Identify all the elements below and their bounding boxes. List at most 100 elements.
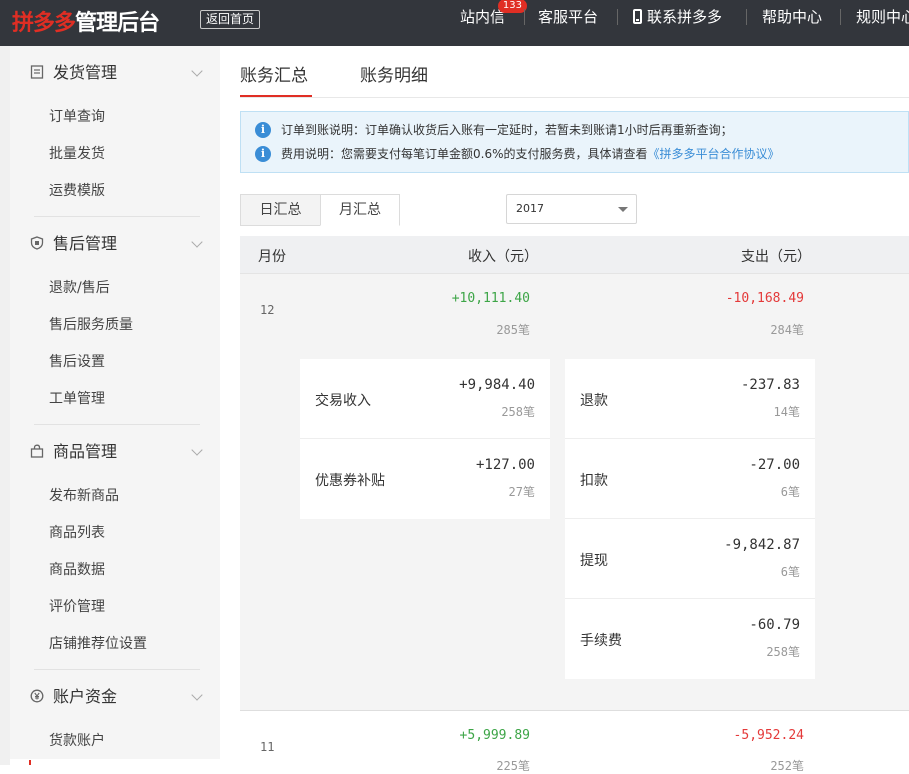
- sidebar-item-order-query[interactable]: 订单查询: [49, 106, 105, 126]
- card-divider: [565, 598, 815, 599]
- column-header-expense: 支出（元）: [741, 249, 811, 265]
- expense-detail-count: 6笔: [780, 485, 800, 499]
- messages-badge: 133: [497, 0, 528, 13]
- row-divider: [240, 710, 909, 711]
- expense-detail-label: 退款: [580, 393, 608, 409]
- column-header-month: 月份: [258, 249, 286, 265]
- nav-contact[interactable]: 联系拼多多: [633, 0, 722, 34]
- sidebar-divider: [34, 216, 200, 217]
- sidebar-item-after-sales-settings[interactable]: 售后设置: [49, 351, 105, 371]
- chevron-down-icon[interactable]: [191, 65, 203, 77]
- expense-detail-count: 258笔: [766, 645, 800, 659]
- tab-account-summary[interactable]: 账务汇总: [240, 61, 308, 86]
- notice-text: 订单到账说明：订单确认收货后入账有一定延时，若暂未到账请1小时后再重新查询；: [281, 123, 733, 137]
- agreement-link[interactable]: 《拼多多平台合作协议》: [648, 145, 780, 162]
- sidebar-group-after-sales[interactable]: 售后管理: [30, 227, 117, 257]
- yuan-icon: [30, 688, 44, 703]
- expense-count: 284笔: [770, 323, 804, 337]
- expense-detail-label: 手续费: [580, 633, 622, 649]
- nav-help-center[interactable]: 帮助中心: [762, 0, 822, 34]
- chevron-down-icon[interactable]: [191, 689, 203, 701]
- year-select[interactable]: 2017: [506, 194, 637, 224]
- year-select-value: 2017: [516, 202, 544, 215]
- column-header-income: 收入（元）: [468, 249, 538, 265]
- month-cell: 12: [260, 303, 275, 317]
- sidebar-item-service-quality[interactable]: 售后服务质量: [49, 314, 133, 334]
- sidebar-item-product-data[interactable]: 商品数据: [49, 559, 105, 579]
- expense-detail-count: 14笔: [773, 405, 800, 419]
- expense-detail-count: 6笔: [780, 565, 800, 579]
- income-detail-amount: +127.00: [475, 457, 535, 473]
- expense-detail-amount: -237.83: [740, 377, 800, 393]
- sidebar-group-label: 商品管理: [53, 442, 118, 461]
- monthly-summary-toggle[interactable]: 月汇总: [320, 194, 400, 226]
- table-header: 月份 收入（元） 支出（元）: [240, 236, 909, 274]
- income-detail-count: 258笔: [501, 405, 535, 419]
- logo-brand: 拼多多: [12, 11, 76, 36]
- expense-detail-amount: -60.79: [749, 617, 800, 633]
- nav-messages-label: 站内信: [460, 8, 506, 26]
- nav-divider: [617, 9, 618, 25]
- expense-detail-label: 提现: [580, 553, 608, 569]
- sidebar-divider: [34, 424, 200, 425]
- sidebar-item-refunds[interactable]: 退款/售后: [49, 277, 110, 297]
- sidebar-group-products[interactable]: 商品管理: [30, 435, 117, 465]
- sidebar-item-tickets[interactable]: 工单管理: [49, 388, 105, 408]
- expense-detail-label: 扣款: [580, 473, 608, 489]
- sidebar-active-indicator: [29, 760, 31, 765]
- sidebar-item-new-product[interactable]: 发布新商品: [49, 485, 119, 505]
- sidebar-group-label: 发货管理: [53, 63, 118, 82]
- logo[interactable]: 拼多多 管理后台: [12, 5, 160, 36]
- sidebar-group-shipping[interactable]: 发货管理: [30, 56, 117, 86]
- chevron-down-icon[interactable]: [191, 444, 203, 456]
- month-cell: 11: [260, 740, 275, 754]
- sidebar-item-batch-ship[interactable]: 批量发货: [49, 143, 105, 163]
- sidebar-item-freight-template[interactable]: 运费模版: [49, 180, 105, 200]
- sidebar: 发货管理 订单查询 批量发货 运费模版 售后管理 退款/售后 售后服务质量 售后…: [10, 46, 220, 759]
- tab-bar: 账务汇总 账务明细: [240, 46, 909, 98]
- income-detail-amount: +9,984.40: [459, 377, 535, 393]
- phone-icon: [633, 9, 642, 24]
- sidebar-group-funds[interactable]: 账户资金: [30, 680, 117, 710]
- bag-icon: [30, 443, 44, 458]
- info-icon: i: [255, 121, 271, 138]
- sidebar-item-payment-account[interactable]: 货款账户: [49, 730, 105, 750]
- income-detail-label: 交易收入: [315, 393, 371, 409]
- card-divider: [565, 438, 815, 439]
- notice-line-settlement: i 订单到账说明：订单确认收货后入账有一定延时，若暂未到账请1小时后再重新查询；: [255, 121, 733, 138]
- income-detail-count: 27笔: [508, 485, 535, 499]
- nav-divider: [524, 9, 525, 25]
- income-total: +5,999.89: [459, 728, 530, 743]
- sidebar-group-label: 账户资金: [53, 687, 118, 706]
- card-divider: [300, 438, 550, 439]
- document-icon: [30, 64, 44, 79]
- expense-total: -10,168.49: [725, 291, 804, 306]
- sidebar-divider: [34, 669, 200, 670]
- nav-divider: [840, 9, 841, 25]
- expense-detail-amount: -9,842.87: [724, 537, 800, 553]
- notice-text: 费用说明：您需要支付每笔订单金额0.6%的支付服务费，具体请查看: [281, 147, 648, 161]
- sidebar-item-product-list[interactable]: 商品列表: [49, 522, 105, 542]
- active-tab-indicator: [240, 95, 312, 97]
- nav-messages[interactable]: 站内信 133: [460, 0, 528, 34]
- income-count: 225笔: [496, 759, 530, 773]
- daily-summary-toggle[interactable]: 日汇总: [240, 194, 321, 226]
- nav-rules-center[interactable]: 规则中心: [856, 0, 909, 34]
- expense-detail-amount: -27.00: [749, 457, 800, 473]
- nav-customer-service[interactable]: 客服平台: [538, 0, 598, 34]
- expense-count: 252笔: [770, 759, 804, 773]
- notice-line-fees: i 费用说明：您需要支付每笔订单金额0.6%的支付服务费，具体请查看 《拼多多平台…: [255, 145, 780, 162]
- chevron-down-icon[interactable]: [191, 236, 203, 248]
- sidebar-item-reviews[interactable]: 评价管理: [49, 596, 105, 616]
- tab-account-details[interactable]: 账务明细: [360, 61, 428, 86]
- sidebar-gutter: [0, 46, 10, 765]
- expense-total: -5,952.24: [733, 728, 804, 743]
- card-divider: [565, 518, 815, 519]
- info-icon: i: [255, 145, 271, 162]
- income-count: 285笔: [496, 323, 530, 337]
- sidebar-item-recommend-slots[interactable]: 店铺推荐位设置: [49, 633, 147, 653]
- info-notice: i 订单到账说明：订单确认收货后入账有一定延时，若暂未到账请1小时后再重新查询；…: [240, 111, 909, 173]
- logo-suffix: 管理后台: [75, 11, 160, 36]
- income-total: +10,111.40: [451, 291, 530, 306]
- back-home-button[interactable]: 返回首页: [200, 10, 261, 29]
